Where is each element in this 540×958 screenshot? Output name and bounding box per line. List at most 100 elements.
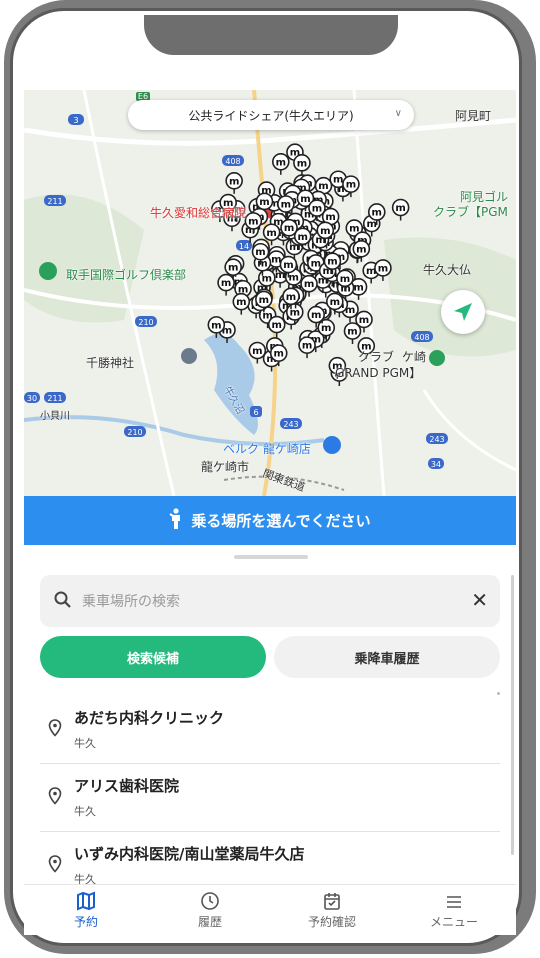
svg-text:m: m xyxy=(252,346,262,357)
svg-text:m: m xyxy=(330,297,340,308)
svg-text:m: m xyxy=(304,279,314,290)
svg-text:m: m xyxy=(395,203,405,214)
svg-text:m: m xyxy=(297,232,307,243)
nav-confirm-label: 予約確認 xyxy=(307,915,356,929)
svg-text:14: 14 xyxy=(239,242,249,251)
map-label-shrine: 千勝神社 xyxy=(86,356,135,370)
chevron-down-icon: ∨ xyxy=(394,108,402,119)
service-area-selector[interactable]: 公共ライドシェア(牛久エリア) ∨ xyxy=(128,100,414,130)
svg-text:m: m xyxy=(325,212,335,223)
svg-text:m: m xyxy=(318,181,328,192)
svg-text:m: m xyxy=(359,315,369,326)
nav-menu[interactable]: メニュー xyxy=(414,891,494,930)
svg-text:34: 34 xyxy=(431,460,441,469)
svg-text:m: m xyxy=(321,323,331,334)
map-label-beruku: ベルク 龍ケ崎店 xyxy=(223,442,311,456)
map-label-golf-ryugasaki-2: ケ崎 xyxy=(402,350,427,364)
svg-text:m: m xyxy=(372,207,382,218)
clock-icon xyxy=(170,891,250,913)
svg-text:m: m xyxy=(228,263,238,274)
svg-text:m: m xyxy=(300,194,310,205)
map-view[interactable]: 3 408 211 14 210 211 30 210 243 243 34 6… xyxy=(24,90,516,496)
svg-text:210: 210 xyxy=(138,318,153,327)
svg-text:m: m xyxy=(266,228,276,239)
svg-text:m: m xyxy=(333,175,343,186)
service-area-label: 公共ライドシェア(牛久エリア) xyxy=(188,108,354,123)
location-pin-icon xyxy=(48,855,62,873)
svg-text:m: m xyxy=(311,310,321,321)
person-standing-icon xyxy=(169,507,183,534)
svg-text:m: m xyxy=(320,226,330,237)
svg-text:m: m xyxy=(367,219,377,230)
svg-text:m: m xyxy=(274,349,284,360)
tab-ride-history[interactable]: 乗降車履歴 xyxy=(274,636,500,678)
svg-text:211: 211 xyxy=(47,394,62,403)
phone-notch xyxy=(144,15,398,55)
tab-search-candidates[interactable]: 検索候補 xyxy=(40,636,266,678)
svg-text:m: m xyxy=(353,282,363,293)
svg-text:m: m xyxy=(255,247,265,258)
search-icon xyxy=(54,591,71,608)
map-icon xyxy=(46,891,126,913)
svg-text:m: m xyxy=(276,157,286,168)
nav-history[interactable]: 履歴 xyxy=(170,891,250,930)
map-canvas: 3 408 211 14 210 211 30 210 243 243 34 6… xyxy=(24,90,516,496)
result-item[interactable]: アリス歯科医院 牛久 xyxy=(40,763,500,832)
nav-reservation-confirm[interactable]: 予約確認 xyxy=(292,891,372,930)
result-name: アリス歯科医院 xyxy=(74,777,180,795)
svg-text:m: m xyxy=(302,341,312,352)
svg-text:m: m xyxy=(259,197,269,208)
list-scrollbar[interactable] xyxy=(511,575,514,855)
clear-icon[interactable]: ✕ xyxy=(471,589,488,611)
svg-text:211: 211 xyxy=(47,197,62,206)
svg-text:m: m xyxy=(327,257,337,268)
pickup-search-input[interactable] xyxy=(80,589,454,615)
nav-reserve[interactable]: 予約 xyxy=(46,891,126,930)
hamburger-menu-icon xyxy=(414,891,494,913)
pickup-prompt-banner: 乗る場所を選んでください xyxy=(24,496,516,545)
svg-text:m: m xyxy=(347,326,357,337)
calendar-check-icon xyxy=(292,891,372,913)
result-name: あだち内科クリニック xyxy=(74,709,225,727)
svg-text:m: m xyxy=(346,180,356,191)
bottom-navigation: 予約 履歴 予約確認 メニュー xyxy=(24,884,516,935)
result-item[interactable]: あだち内科クリニック 牛久 xyxy=(40,695,500,764)
svg-text:m: m xyxy=(288,272,298,283)
svg-text:m: m xyxy=(283,260,293,271)
svg-text:m: m xyxy=(297,158,307,169)
svg-text:30: 30 xyxy=(27,394,37,403)
location-pin-icon xyxy=(48,787,62,805)
svg-text:243: 243 xyxy=(283,420,298,429)
svg-text:m: m xyxy=(312,204,322,215)
svg-text:m: m xyxy=(236,297,246,308)
result-area: 牛久 xyxy=(74,805,96,818)
svg-text:408: 408 xyxy=(225,157,240,166)
result-name: いずみ内科医院/南山堂薬局牛久店 xyxy=(74,845,305,863)
svg-text:m: m xyxy=(248,216,258,227)
map-label-ryugasaki-city: 龍ケ崎市 xyxy=(201,460,250,474)
nav-menu-label: メニュー xyxy=(429,915,478,929)
map-label-golf-ami-2: クラブ【PGM xyxy=(433,205,508,219)
svg-text:m: m xyxy=(286,292,296,303)
map-label-golf-ryugasaki-1: クラブ xyxy=(358,350,395,364)
svg-text:210: 210 xyxy=(127,428,142,437)
svg-text:m: m xyxy=(340,274,350,285)
svg-text:m: m xyxy=(229,176,239,187)
result-area: 牛久 xyxy=(74,737,96,750)
pickup-prompt-text: 乗る場所を選んでください xyxy=(191,512,371,530)
svg-text:m: m xyxy=(259,295,269,306)
map-label-river: 小貝川 xyxy=(40,411,70,422)
current-location-button[interactable] xyxy=(441,290,485,334)
svg-text:6: 6 xyxy=(253,408,258,417)
svg-text:m: m xyxy=(378,263,388,274)
map-label-ami-town: 阿見町 xyxy=(455,109,492,123)
map-label-ushiku-daibutsu: 牛久大仏 xyxy=(423,263,472,277)
sheet-drag-handle[interactable] xyxy=(234,555,308,559)
map-label-golf-ryugasaki-3: GRAND PGM】 xyxy=(335,366,422,380)
svg-text:m: m xyxy=(281,200,291,211)
svg-text:243: 243 xyxy=(429,435,444,444)
nav-reserve-label: 予約 xyxy=(73,915,98,929)
svg-text:3: 3 xyxy=(73,116,78,125)
map-label-hospital: 牛久愛和総合病院 xyxy=(150,206,247,220)
pickup-search-box[interactable]: ✕ xyxy=(40,575,500,627)
